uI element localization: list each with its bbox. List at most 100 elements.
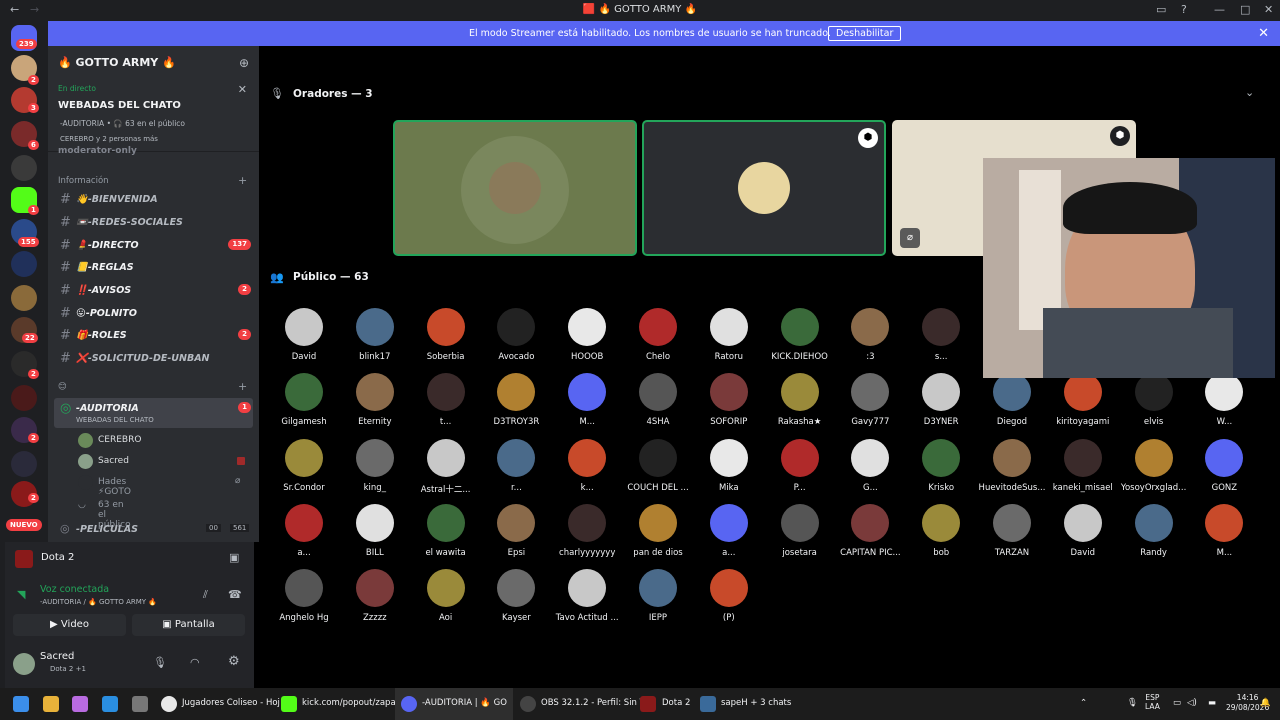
audience-member[interactable]: a... — [269, 503, 339, 558]
audience-member[interactable]: Aoi — [411, 569, 481, 623]
audience-member[interactable]: D3TROY3R — [481, 373, 551, 427]
audience-member[interactable]: josetara — [765, 503, 835, 558]
screen-share-button[interactable]: ▣ Pantalla — [132, 614, 245, 636]
audience-member[interactable]: Kayser — [481, 569, 551, 623]
audience-member[interactable]: GONZ — [1189, 438, 1259, 493]
taskbar-item[interactable]: sapeH + 3 chats — [721, 698, 791, 708]
audience-member[interactable]: el wawita — [411, 503, 481, 558]
add-channel-icon[interactable]: + — [238, 380, 247, 393]
minimize-icon[interactable]: — — [1214, 3, 1225, 16]
audience-member[interactable]: Krisko — [906, 438, 976, 493]
stage-channel-peliculas[interactable]: ◎ -PELICULAS 00 561 — [54, 519, 253, 540]
audience-member[interactable]: charlyyyyyyy — [552, 503, 622, 558]
audience-member[interactable]: W... — [1189, 373, 1259, 427]
audience-member[interactable]: 4SHA — [623, 373, 693, 427]
audience-member[interactable]: HOOOB — [552, 308, 622, 362]
activity-icon[interactable]: ▣ — [229, 551, 239, 564]
battery-icon[interactable]: ▬ — [1208, 698, 1216, 708]
audience-member[interactable]: Eternity — [340, 373, 410, 427]
kick-icon[interactable] — [281, 696, 297, 712]
chrome-icon[interactable] — [161, 696, 177, 712]
audience-member[interactable]: Avocado — [481, 308, 551, 362]
taskbar-item[interactable]: Jugadores Coliseo - Hoj — [182, 698, 280, 708]
audience-member[interactable]: M... — [1189, 503, 1259, 558]
taskbar-item[interactable]: kick.com/popout/zapati — [302, 698, 401, 708]
channel-bienvenida[interactable]: # 👋-BIENVENIDA — [54, 189, 253, 210]
audience-member[interactable]: IEPP — [623, 569, 693, 623]
taskbar-item[interactable]: Dota 2 — [662, 698, 690, 708]
live-stage-card[interactable]: En directo WEBADAS DEL CHATO -AUDITORIA … — [48, 76, 259, 152]
volume-icon[interactable]: ◁) — [1187, 698, 1197, 708]
stage-channel-auditoria[interactable]: ◎ -AUDITORIA WEBADAS DEL CHATO 1 — [54, 398, 253, 428]
network-icon[interactable]: ▭ — [1173, 698, 1181, 708]
edge-icon[interactable] — [102, 696, 118, 712]
audience-member[interactable]: Gavy777 — [835, 373, 905, 427]
mic-icon[interactable]: 🎙 — [153, 656, 167, 669]
audience-member[interactable]: blink17 — [340, 308, 410, 362]
audience-member[interactable]: pan de dios — [623, 503, 693, 558]
audience-member[interactable]: r... — [481, 438, 551, 493]
audience-member[interactable]: (P) — [694, 569, 764, 623]
audience-member[interactable]: CAPITAN PIC... — [835, 503, 905, 558]
user-avatar[interactable] — [13, 653, 35, 675]
voice-status[interactable]: Voz conectada — [40, 584, 109, 595]
audience-member[interactable]: Sr.Condor — [269, 438, 339, 493]
audience-member[interactable]: Rakasha★ — [765, 373, 835, 427]
dota-icon[interactable] — [640, 696, 656, 712]
server-icon[interactable] — [11, 155, 37, 181]
audience-member[interactable]: Ratoru — [694, 308, 764, 362]
noise-suppression-icon[interactable]: ⫽ — [203, 588, 208, 602]
audience-member[interactable]: G... — [835, 438, 905, 493]
audience-member[interactable]: Zzzzz — [340, 569, 410, 623]
obs-icon[interactable] — [520, 696, 536, 712]
file-explorer-icon[interactable] — [43, 696, 59, 712]
video-button[interactable]: ▶ Video — [13, 614, 126, 636]
audience-member[interactable]: Anghelo Hg — [269, 569, 339, 623]
audience-member[interactable]: YosoyOrxglad... — [1119, 438, 1189, 493]
notification-icon[interactable]: 🔔 — [1260, 698, 1271, 708]
audience-member[interactable]: Randy — [1119, 503, 1189, 558]
audience-member[interactable]: s... — [906, 308, 976, 362]
close-window-icon[interactable]: ✕ — [1264, 3, 1273, 16]
disable-streamer-button[interactable]: Deshabilitar — [828, 26, 902, 41]
audience-member[interactable]: kaneki_misael — [1048, 438, 1118, 493]
audience-member[interactable]: P... — [765, 438, 835, 493]
audience-member[interactable]: D3YNER — [906, 373, 976, 427]
channel-directo[interactable]: # 💄-DIRECTO 137 — [54, 235, 253, 256]
tray-mic-icon[interactable]: 🎙 — [1127, 698, 1138, 708]
add-channel-icon[interactable]: + — [238, 174, 247, 187]
disconnect-icon[interactable]: ☎ — [228, 588, 242, 601]
discord-icon[interactable] — [401, 696, 417, 712]
channel-reglas[interactable]: # 📒-REGLAS — [54, 257, 253, 278]
server-name[interactable]: 🔥 GOTTO ARMY 🔥 — [58, 56, 176, 69]
channel-polnito[interactable]: # 😛-POLNITO — [54, 303, 253, 324]
audience-member[interactable]: Gilgamesh — [269, 373, 339, 427]
chat-icon[interactable] — [700, 696, 716, 712]
audience-member[interactable]: a... — [694, 503, 764, 558]
invite-people-icon[interactable]: ⊕ — [239, 56, 249, 70]
speaker-tile[interactable]: ⬢ — [642, 120, 886, 256]
channel-avisos[interactable]: # ‼️-AVISOS 2 — [54, 280, 253, 301]
audience-member[interactable]: Chelo — [623, 308, 693, 362]
hidden-channel[interactable]: moderator-only — [58, 146, 137, 156]
maximize-icon[interactable]: □ — [1240, 3, 1250, 16]
help-icon[interactable]: ? — [1181, 3, 1187, 16]
audience-member[interactable]: David — [269, 308, 339, 362]
chevron-down-icon[interactable]: ⌄ — [1245, 86, 1254, 99]
server-icon[interactable] — [11, 451, 37, 477]
audience-member[interactable]: :3 — [835, 308, 905, 362]
channel-solicitud-de-unban[interactable]: # ❌-SOLICITUD-DE-UNBAN — [54, 348, 253, 369]
audience-member[interactable]: BILL — [340, 503, 410, 558]
audience-member[interactable]: David — [1048, 503, 1118, 558]
audience-member[interactable]: k... — [552, 438, 622, 493]
audience-member[interactable]: TARZÁN — [977, 503, 1047, 558]
audience-member[interactable]: Astral十二... — [411, 438, 481, 495]
store-icon[interactable] — [132, 696, 148, 712]
headphones-icon[interactable]: ◠ — [190, 656, 200, 669]
audience-member[interactable]: elvis — [1119, 373, 1189, 427]
audience-member[interactable]: Mika — [694, 438, 764, 493]
audience-member[interactable]: COUCH DEL ... — [623, 438, 693, 493]
audience-member[interactable]: Soberbia — [411, 308, 481, 362]
audience-member[interactable]: king_ — [340, 438, 410, 493]
channel-roles[interactable]: # 🎁-ROLES 2 — [54, 325, 253, 346]
